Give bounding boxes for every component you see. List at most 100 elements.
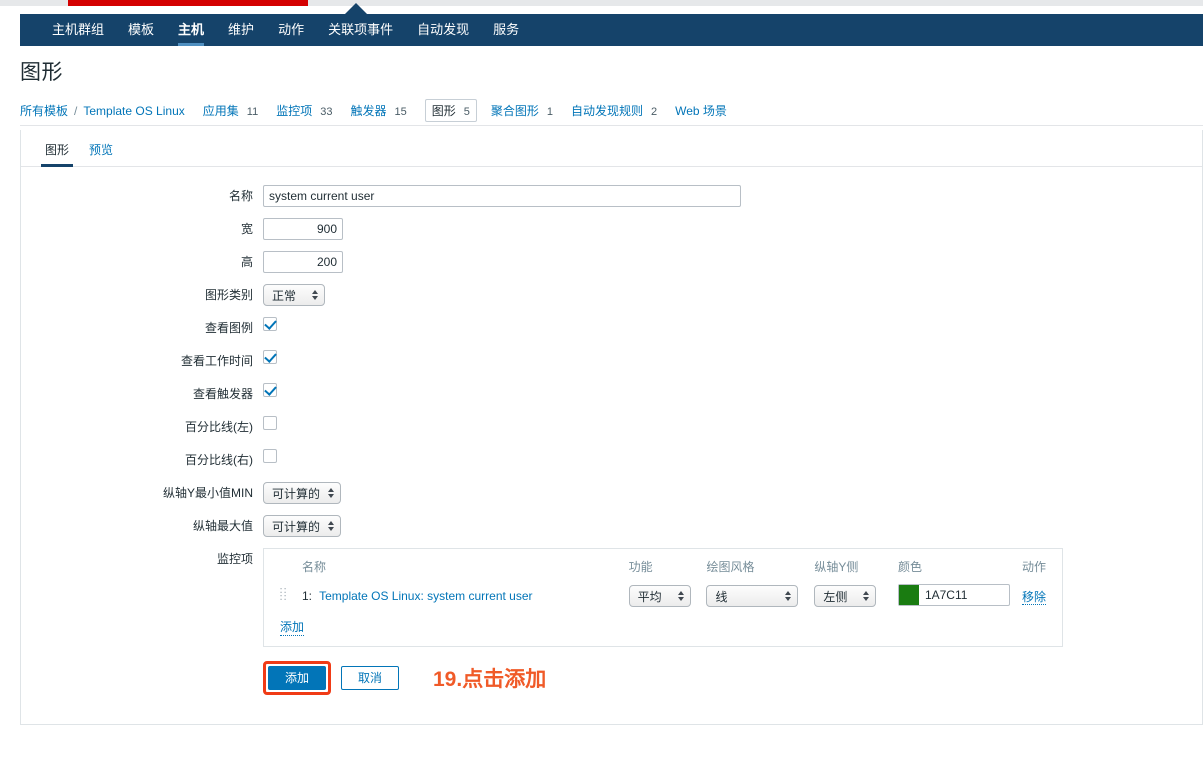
nav-label: 自动发现 xyxy=(417,22,470,37)
nav-item-hosts[interactable]: 主机 xyxy=(166,14,216,46)
y-min-select[interactable]: 可计算的 xyxy=(263,482,342,504)
zabbix-graph-edit-page: 主机群组 模板 主机 维护 动作 关联项事件 自动发现 服务 图形 所有模板 /… xyxy=(0,0,1203,783)
items-table-body: ∷ ∷ 1: Template OS Linux: system current … xyxy=(274,582,1052,610)
breadcrumb-all-templates[interactable]: 所有模板 xyxy=(20,102,68,119)
breadcrumb-link[interactable]: 触发器 xyxy=(350,102,386,119)
drag-handle-icon[interactable]: ∷ ∷ xyxy=(280,587,289,604)
breadcrumb-item-applications[interactable]: 应用集 11 xyxy=(203,102,258,119)
graph-name-input[interactable] xyxy=(263,185,741,207)
breadcrumb-link[interactable]: 自动发现规则 xyxy=(571,102,643,119)
color-swatch-icon[interactable] xyxy=(898,585,919,605)
graph-type-select[interactable]: 正常 xyxy=(263,284,325,306)
nav-item-services[interactable]: 服务 xyxy=(481,14,531,46)
breadcrumb-count: 2 xyxy=(651,106,658,118)
nav-label: 服务 xyxy=(493,22,520,37)
nav-item-event-correlation[interactable]: 关联项事件 xyxy=(316,14,405,46)
nav-item-discovery[interactable]: 自动发现 xyxy=(405,14,481,46)
breadcrumb-item-screens[interactable]: 聚合图形 1 xyxy=(491,102,553,119)
breadcrumb-template-name[interactable]: Template OS Linux xyxy=(83,104,184,118)
breadcrumb-separator: / xyxy=(74,103,78,118)
nav-item-actions[interactable]: 动作 xyxy=(266,14,316,46)
show-triggers-checkbox[interactable] xyxy=(263,383,277,397)
items-table-container: 名称 功能 绘图风格 纵轴Y侧 颜色 动作 ∷ ∷ 1: Template OS… xyxy=(263,548,1063,647)
item-y-side-select[interactable]: 左侧 xyxy=(814,585,877,607)
field-percentile-right xyxy=(263,449,277,463)
graph-height-input[interactable] xyxy=(263,251,343,273)
label-y-max: 纵轴最大值 xyxy=(192,519,253,533)
field-y-max: 可计算的 xyxy=(263,515,342,537)
tab-graph[interactable]: 图形 xyxy=(35,135,79,167)
cell-draw-style: 线 xyxy=(700,582,808,610)
table-row: ∷ ∷ 1: Template OS Linux: system current … xyxy=(274,582,1052,610)
breadcrumb-item-web-scenarios[interactable]: Web 场景 xyxy=(675,102,731,119)
nav-item-host-groups[interactable]: 主机群组 xyxy=(40,14,116,46)
label-percentile-left: 百分比线(左) xyxy=(185,420,253,434)
tab-bar: 图形 预览 xyxy=(21,135,1202,167)
select-arrows-icon xyxy=(328,488,335,498)
remove-item-link[interactable]: 移除 xyxy=(1021,589,1046,605)
breadcrumb-link[interactable]: 应用集 xyxy=(203,102,239,119)
col-color: 颜色 xyxy=(897,560,922,574)
col-handle xyxy=(274,555,296,582)
items-header-row: 名称 功能 绘图风格 纵轴Y侧 颜色 动作 xyxy=(274,555,1052,582)
cell-handle: ∷ ∷ xyxy=(274,582,296,610)
cell-name: 1: Template OS Linux: system current use… xyxy=(296,582,623,610)
row-index: 1: xyxy=(301,589,312,603)
breadcrumb-item-triggers[interactable]: 触发器 15 xyxy=(350,102,406,119)
row-percentile-right: 百分比线(右) xyxy=(21,449,1202,471)
nav-active-pointer-icon xyxy=(345,3,367,14)
add-item-link[interactable]: 添加 xyxy=(280,618,305,636)
percentile-left-checkbox[interactable] xyxy=(263,416,277,430)
row-name: 名称 xyxy=(21,185,1202,207)
field-height xyxy=(263,251,343,273)
items-table: 名称 功能 绘图风格 纵轴Y侧 颜色 动作 ∷ ∷ 1: Template OS… xyxy=(274,555,1052,610)
tab-preview[interactable]: 预览 xyxy=(79,135,123,166)
breadcrumb-item-items[interactable]: 监控项 33 xyxy=(276,102,332,119)
select-arrows-icon xyxy=(328,521,335,531)
graph-width-input[interactable] xyxy=(263,218,343,240)
label-percentile-right: 百分比线(右) xyxy=(185,453,253,467)
breadcrumb-item-graphs[interactable]: 图形 5 xyxy=(424,99,477,122)
form-footer: 添加 取消 19.点击添加 xyxy=(21,661,1202,695)
y-max-value: 可计算的 xyxy=(272,519,321,534)
show-legend-checkbox[interactable] xyxy=(263,317,277,331)
row-show-triggers: 查看触发器 xyxy=(21,383,1202,405)
submit-highlight-box: 添加 xyxy=(263,661,331,695)
y-min-value: 可计算的 xyxy=(272,486,321,501)
top-red-banner-cropped xyxy=(68,0,308,6)
breadcrumb: 所有模板 / Template OS Linux 应用集 11 监控项 33 触… xyxy=(20,96,1203,126)
label-items: 监控项 xyxy=(216,552,253,566)
step-annotation: 19.点击添加 xyxy=(433,668,547,691)
cancel-button[interactable]: 取消 xyxy=(341,666,399,690)
percentile-right-checkbox[interactable] xyxy=(263,449,277,463)
field-width xyxy=(263,218,343,240)
breadcrumb-link[interactable]: 图形 xyxy=(432,102,456,119)
item-color-field[interactable]: 1A7C11 xyxy=(897,584,1010,606)
submit-button[interactable]: 添加 xyxy=(268,666,326,690)
nav-item-templates[interactable]: 模板 xyxy=(116,14,166,46)
breadcrumb-item-discovery-rules[interactable]: 自动发现规则 2 xyxy=(571,102,657,119)
breadcrumb-count: 1 xyxy=(546,106,553,118)
select-arrows-icon xyxy=(677,591,684,601)
row-y-min: 纵轴Y最小值MIN 可计算的 xyxy=(21,482,1202,504)
item-function-select[interactable]: 平均 xyxy=(628,585,691,607)
breadcrumb-count: 33 xyxy=(320,106,333,118)
breadcrumb-link[interactable]: 聚合图形 xyxy=(491,102,539,119)
breadcrumb-link[interactable]: 监控项 xyxy=(276,102,312,119)
item-color-value: 1A7C11 xyxy=(924,588,968,602)
field-show-working-time xyxy=(263,350,277,364)
y-max-select[interactable]: 可计算的 xyxy=(263,515,342,537)
cell-function: 平均 xyxy=(623,582,701,610)
item-draw-style-select[interactable]: 线 xyxy=(706,585,799,607)
label-show-working-time: 查看工作时间 xyxy=(180,354,253,368)
item-draw-style-value: 线 xyxy=(715,589,728,604)
col-function: 功能 xyxy=(628,560,653,574)
field-percentile-left xyxy=(263,416,277,430)
row-height: 高 xyxy=(21,251,1202,273)
nav-item-maintenance[interactable]: 维护 xyxy=(216,14,266,46)
breadcrumb-link[interactable]: Web 场景 xyxy=(675,102,727,119)
show-working-time-checkbox[interactable] xyxy=(263,350,277,364)
row-show-legend: 查看图例 xyxy=(21,317,1202,339)
select-arrows-icon xyxy=(785,591,792,601)
item-name-link[interactable]: Template OS Linux: system current user xyxy=(319,589,532,603)
